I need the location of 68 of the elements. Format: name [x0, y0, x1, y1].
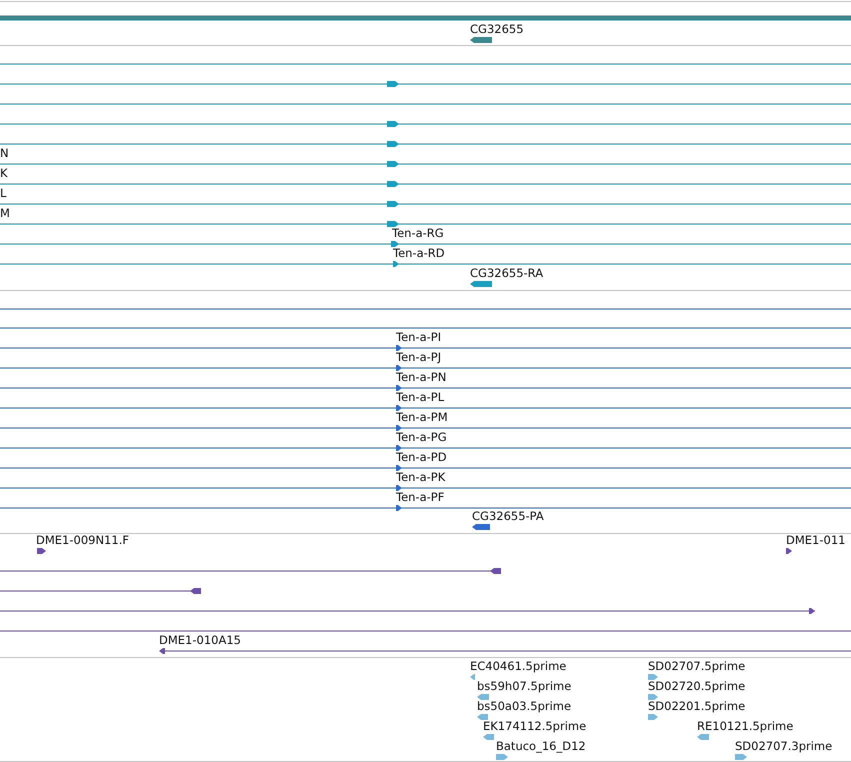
- protein-feature[interactable]: [0, 505, 851, 511]
- feature-label: Ten-a-PN: [396, 370, 446, 384]
- protein-feature[interactable]: [0, 465, 851, 471]
- feature-label: Ten-a-PI: [396, 330, 442, 344]
- clone-feature[interactable]: [37, 548, 46, 554]
- transcript-feature[interactable]: [0, 141, 851, 147]
- transcript-feature[interactable]: [0, 221, 851, 227]
- est-feature[interactable]: [477, 694, 489, 700]
- feature-label: CG32655-PA: [472, 509, 544, 523]
- feature-label: Ten-a-PK: [396, 470, 446, 484]
- transcript-feature[interactable]: [0, 201, 851, 207]
- feature-label: L: [0, 186, 6, 200]
- transcript-feature[interactable]: [0, 121, 851, 127]
- transcript-feature[interactable]: [470, 281, 492, 287]
- protein-feature[interactable]: [472, 524, 490, 530]
- feature-label: bs50a03.5prime: [477, 699, 572, 713]
- feature-label: Batuco_16_D12: [496, 739, 586, 753]
- feature-label: Ten-a-PJ: [396, 350, 442, 364]
- est-feature[interactable]: [648, 714, 658, 720]
- protein-feature[interactable]: [0, 345, 851, 351]
- transcript-feature[interactable]: [0, 81, 851, 87]
- feature-label: SD02201.5prime: [648, 699, 746, 713]
- feature-label: SD02707.5prime: [648, 659, 746, 673]
- protein-feature[interactable]: [0, 405, 851, 411]
- clone-feature[interactable]: [0, 568, 501, 574]
- transcript-feature[interactable]: [0, 241, 851, 247]
- feature-label: EK174112.5prime: [483, 719, 586, 733]
- feature-label: DME1-010A15: [159, 633, 241, 647]
- feature-label: N: [0, 146, 9, 160]
- feature-label: K: [0, 166, 8, 180]
- feature-label: SD02720.5prime: [648, 679, 746, 693]
- transcript-feature[interactable]: [0, 161, 851, 167]
- feature-label: Ten-a-PD: [396, 450, 447, 464]
- est-feature[interactable]: [477, 714, 488, 720]
- feature-label: DME1-011: [786, 533, 846, 547]
- clone-feature[interactable]: [0, 588, 201, 594]
- transcript-feature[interactable]: [0, 261, 851, 267]
- est-feature[interactable]: [735, 754, 747, 760]
- clone-feature[interactable]: [0, 608, 815, 614]
- protein-feature[interactable]: [0, 365, 851, 371]
- feature-label: SD02707.3prime: [735, 739, 832, 753]
- protein-feature[interactable]: [0, 445, 851, 451]
- est-feature[interactable]: [697, 734, 709, 740]
- protein-feature[interactable]: [0, 485, 851, 491]
- feature-label: Ten-a-PF: [396, 490, 444, 504]
- clone-feature[interactable]: [786, 548, 792, 554]
- est-feature[interactable]: [470, 674, 475, 680]
- feature-label: Ten-a-PM: [396, 410, 448, 424]
- feature-label: M: [0, 206, 10, 220]
- protein-feature[interactable]: [0, 385, 851, 391]
- feature-label: RE10121.5prime: [697, 719, 794, 733]
- est-feature[interactable]: [496, 754, 508, 760]
- feature-label: Ten-a-RG: [392, 226, 444, 240]
- protein-feature[interactable]: [0, 425, 851, 431]
- feature-label: EC40461.5prime: [470, 659, 566, 673]
- est-feature[interactable]: [648, 694, 658, 700]
- feature-label: Ten-a-PL: [396, 390, 444, 404]
- feature-label: Ten-a-RD: [393, 246, 445, 260]
- feature-label: CG32655-RA: [470, 266, 544, 280]
- feature-label: DME1-009N11.F: [36, 533, 129, 547]
- clone-feature[interactable]: [159, 648, 851, 654]
- est-feature[interactable]: [648, 674, 658, 680]
- feature-label: CG32655: [470, 22, 524, 36]
- est-feature[interactable]: [483, 734, 494, 740]
- feature-label: bs59h07.5prime: [477, 679, 572, 693]
- gene-feature[interactable]: [470, 37, 492, 43]
- transcript-feature[interactable]: [0, 181, 851, 187]
- feature-label: Ten-a-PG: [396, 430, 447, 444]
